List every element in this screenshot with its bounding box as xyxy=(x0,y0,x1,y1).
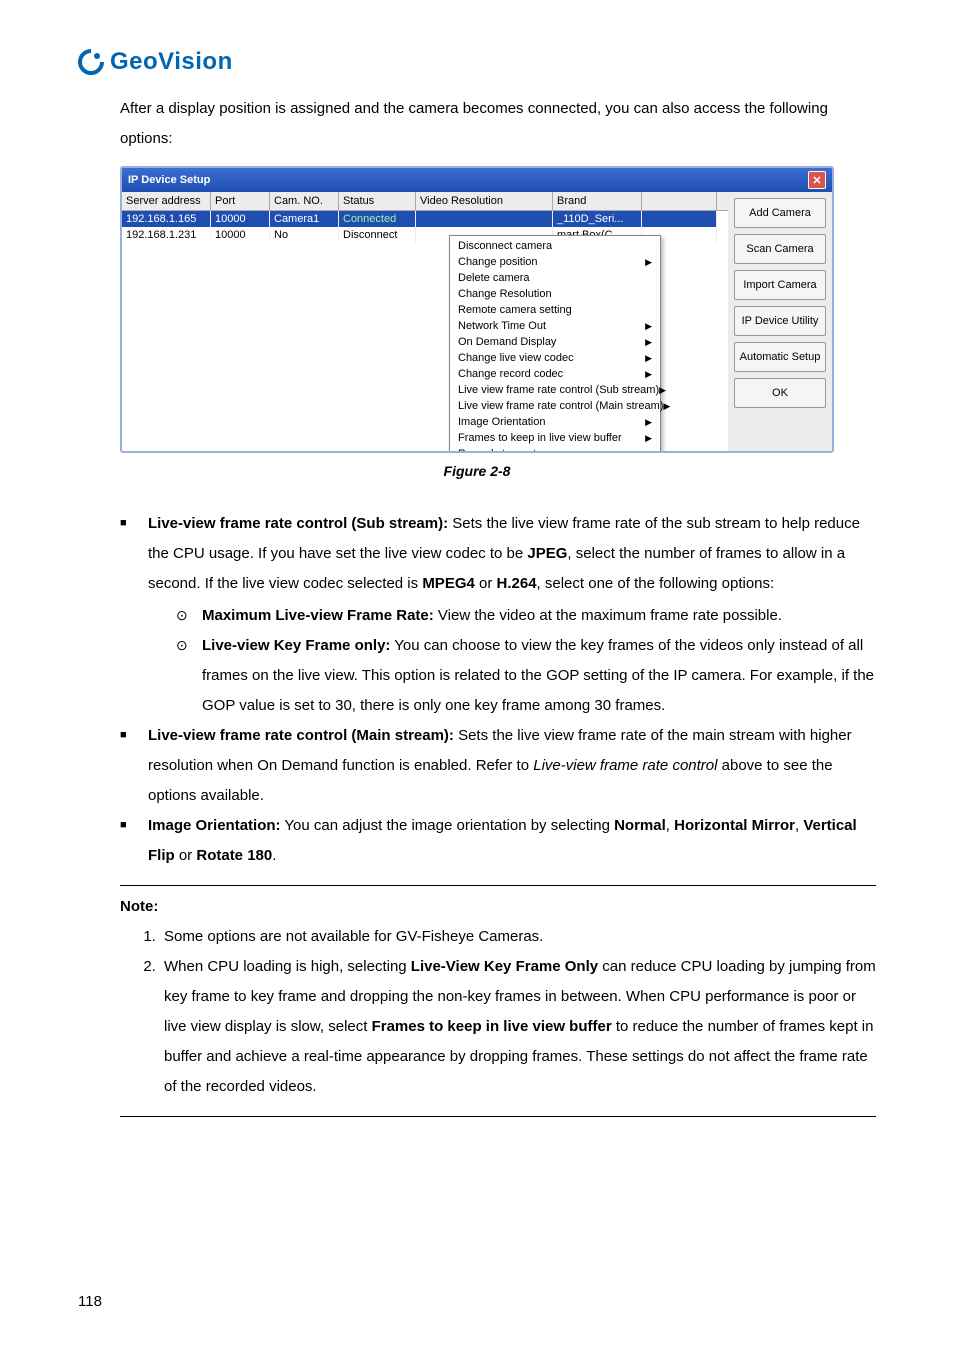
menu-item-frames-buffer[interactable]: Frames to keep in live view buffer▶ xyxy=(450,430,660,446)
feature-list: Live-view frame rate control (Sub stream… xyxy=(120,509,876,871)
list-item: Maximum Live-view Frame Rate: View the v… xyxy=(176,601,876,631)
ip-device-utility-button[interactable]: IP Device Utility xyxy=(734,306,826,336)
close-icon[interactable]: ✕ xyxy=(808,171,826,189)
note-item: When CPU loading is high, selecting Live… xyxy=(160,952,876,1102)
col-server-address[interactable]: Server address xyxy=(122,192,211,210)
menu-item-change-resolution[interactable]: Change Resolution xyxy=(450,286,660,302)
list-item: Live-view frame rate control (Main strea… xyxy=(120,721,876,811)
add-camera-button[interactable]: Add Camera xyxy=(734,198,826,228)
submenu-arrow-icon: ▶ xyxy=(645,449,652,454)
dialog-titlebar: IP Device Setup ✕ xyxy=(122,168,832,192)
col-video-resolution[interactable]: Video Resolution xyxy=(416,192,553,210)
submenu-arrow-icon: ▶ xyxy=(645,353,652,364)
menu-item-remote-setting[interactable]: Remote camera setting xyxy=(450,302,660,318)
submenu-arrow-icon: ▶ xyxy=(659,385,666,396)
menu-item-framerate-sub[interactable]: Live view frame rate control (Sub stream… xyxy=(450,382,660,398)
scan-camera-button[interactable]: Scan Camera xyxy=(734,234,826,264)
menu-item-image-orientation[interactable]: Image Orientation▶ xyxy=(450,414,660,430)
col-port[interactable]: Port xyxy=(211,192,270,210)
submenu-arrow-icon: ▶ xyxy=(645,321,652,332)
menu-item-record-codec[interactable]: Change record codec▶ xyxy=(450,366,660,382)
grid-header: Server address Port Cam. NO. Status Vide… xyxy=(122,192,728,211)
menu-item-framerate-main[interactable]: Live view frame rate control (Main strea… xyxy=(450,398,660,414)
menu-item-record-stream[interactable]: Record stream type▶ xyxy=(450,446,660,453)
brand-logo: GeoVision xyxy=(78,48,876,76)
menu-item-change-position[interactable]: Change position▶ xyxy=(450,254,660,270)
submenu-arrow-icon: ▶ xyxy=(645,417,652,428)
logo-icon xyxy=(78,49,104,75)
menu-item-delete[interactable]: Delete camera xyxy=(450,270,660,286)
brand-name: GeoVision xyxy=(110,48,233,76)
submenu-arrow-icon: ▶ xyxy=(645,433,652,444)
menu-item-network-timeout[interactable]: Network Time Out▶ xyxy=(450,318,660,334)
intro-text: After a display position is assigned and… xyxy=(120,94,876,154)
list-item: Image Orientation: You can adjust the im… xyxy=(120,811,876,871)
divider xyxy=(120,1116,876,1117)
submenu-arrow-icon: ▶ xyxy=(645,257,652,268)
menu-item-disconnect[interactable]: Disconnect camera xyxy=(450,238,660,254)
grid-rows: 192.168.1.165 10000 Camera1 Connected _1… xyxy=(122,211,728,451)
col-cam-no[interactable]: Cam. NO. xyxy=(270,192,339,210)
note-block: Note: Some options are not available for… xyxy=(120,892,876,1102)
note-item: Some options are not available for GV-Fi… xyxy=(160,922,876,952)
note-title: Note: xyxy=(120,892,876,922)
page-number: 118 xyxy=(78,1293,102,1310)
col-status[interactable]: Status xyxy=(339,192,416,210)
dialog-title: IP Device Setup xyxy=(128,174,210,186)
automatic-setup-button[interactable]: Automatic Setup xyxy=(734,342,826,372)
ok-button[interactable]: OK xyxy=(734,378,826,408)
divider xyxy=(120,885,876,886)
list-item: Live-view Key Frame only: You can choose… xyxy=(176,631,876,721)
table-row[interactable]: 192.168.1.165 10000 Camera1 Connected _1… xyxy=(122,211,728,227)
ip-device-setup-dialog: IP Device Setup ✕ Server address Port Ca… xyxy=(120,166,834,453)
figure-caption: Figure 2-8 xyxy=(120,463,834,479)
submenu-arrow-icon: ▶ xyxy=(645,337,652,348)
submenu-arrow-icon: ▶ xyxy=(663,401,670,412)
col-extra[interactable] xyxy=(642,192,717,210)
menu-item-liveview-codec[interactable]: Change live view codec▶ xyxy=(450,350,660,366)
menu-item-on-demand[interactable]: On Demand Display▶ xyxy=(450,334,660,350)
col-brand[interactable]: Brand xyxy=(553,192,642,210)
list-item: Live-view frame rate control (Sub stream… xyxy=(120,509,876,721)
submenu-arrow-icon: ▶ xyxy=(645,369,652,380)
dialog-sidebar: Add Camera Scan Camera Import Camera IP … xyxy=(728,192,832,451)
context-menu: Disconnect camera Change position▶ Delet… xyxy=(449,235,661,453)
import-camera-button[interactable]: Import Camera xyxy=(734,270,826,300)
